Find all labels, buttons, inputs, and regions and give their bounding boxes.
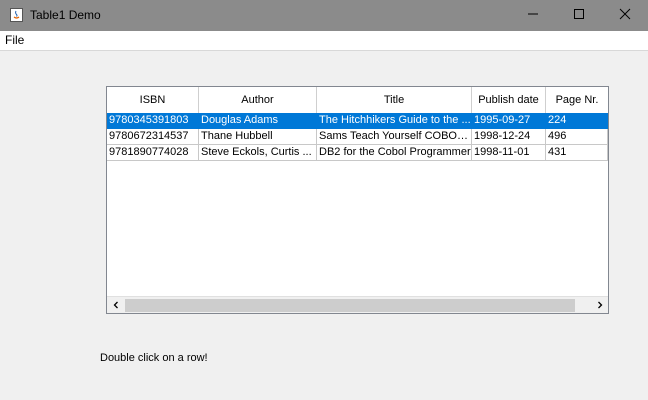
cell-publish-date[interactable]: 1998-11-01: [472, 145, 546, 161]
column-header-publish-date[interactable]: Publish date: [472, 87, 546, 113]
minimize-icon: [527, 8, 539, 23]
cell-isbn[interactable]: 9781890774028: [107, 145, 199, 161]
close-button[interactable]: [602, 0, 648, 31]
cell-isbn[interactable]: 9780672314537: [107, 129, 199, 145]
cell-page-nr[interactable]: 431: [546, 145, 608, 161]
table-row[interactable]: 9780672314537 Thane Hubbell Sams Teach Y…: [107, 129, 608, 145]
window-title: Table1 Demo: [30, 8, 101, 22]
column-header-isbn[interactable]: ISBN: [107, 87, 199, 113]
horizontal-scrollbar[interactable]: [107, 296, 608, 313]
cell-publish-date[interactable]: 1995-09-27: [472, 113, 546, 129]
hint-label: Double click on a row!: [100, 352, 208, 364]
maximize-button[interactable]: [556, 0, 602, 31]
column-header-page-nr[interactable]: Page Nr.: [546, 87, 608, 113]
chevron-left-icon: [112, 299, 120, 312]
cell-title[interactable]: DB2 for the Cobol Programmer: [317, 145, 472, 161]
cell-title[interactable]: The Hitchhikers Guide to the ...: [317, 113, 472, 129]
menu-file[interactable]: File: [5, 33, 24, 47]
cell-author[interactable]: Thane Hubbell: [199, 129, 317, 145]
table-header: ISBN Author Title Publish date Page Nr.: [107, 87, 608, 114]
cell-publish-date[interactable]: 1998-12-24: [472, 129, 546, 145]
table-row[interactable]: 9781890774028 Steve Eckols, Curtis ... D…: [107, 145, 608, 161]
column-header-author[interactable]: Author: [199, 87, 317, 113]
java-app-icon: [10, 8, 23, 22]
column-header-title[interactable]: Title: [317, 87, 472, 113]
title-bar[interactable]: Table1 Demo: [0, 0, 648, 31]
cell-page-nr[interactable]: 224: [546, 113, 608, 129]
maximize-icon: [573, 8, 585, 23]
cell-isbn[interactable]: 9780345391803: [107, 113, 199, 129]
cell-author[interactable]: Douglas Adams: [199, 113, 317, 129]
books-table[interactable]: ISBN Author Title Publish date Page Nr. …: [106, 86, 609, 314]
table-row[interactable]: 9780345391803 Douglas Adams The Hitchhik…: [107, 113, 608, 129]
close-icon: [619, 8, 631, 23]
menu-bar: File: [0, 31, 648, 51]
cell-page-nr[interactable]: 496: [546, 129, 608, 145]
chevron-right-icon: [596, 299, 604, 312]
scroll-left-button[interactable]: [107, 297, 124, 313]
cell-title[interactable]: Sams Teach Yourself COBOL ...: [317, 129, 472, 145]
minimize-button[interactable]: [510, 0, 556, 31]
scrollbar-thumb[interactable]: [125, 299, 575, 312]
cell-author[interactable]: Steve Eckols, Curtis ...: [199, 145, 317, 161]
scroll-right-button[interactable]: [591, 297, 608, 313]
